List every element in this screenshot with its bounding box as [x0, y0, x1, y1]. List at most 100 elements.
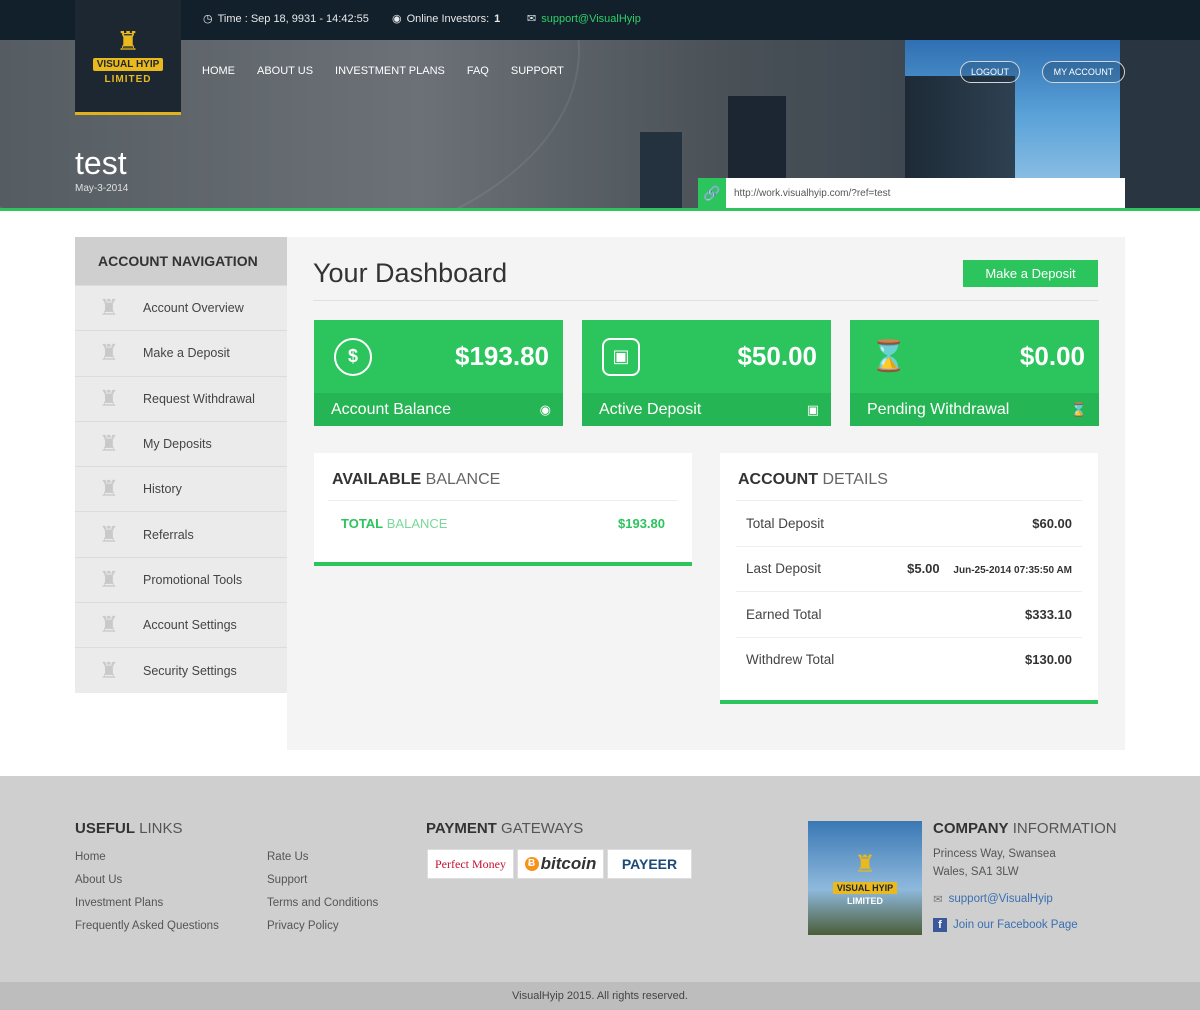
sidebar-item-request-withdrawal[interactable]: ♜ Request Withdrawal — [75, 375, 287, 421]
facebook-link[interactable]: f Join our Facebook Page — [933, 918, 1078, 932]
sidebar-item-make-deposit[interactable]: ♜ Make a Deposit — [75, 330, 287, 375]
hero-building — [1120, 40, 1200, 208]
title-rest: INFORMATION — [1012, 820, 1117, 837]
detail-value: $130.00 — [1025, 652, 1072, 668]
envelope-icon: ✉ — [527, 13, 537, 25]
footer-link-investment-plans[interactable]: Investment Plans — [75, 897, 163, 909]
detail-value: $333.10 — [1025, 606, 1072, 622]
page-date: May-3-2014 — [75, 183, 129, 194]
nav-home[interactable]: HOME — [202, 65, 235, 77]
support-email-top[interactable]: ✉ support@VisualHyip — [527, 12, 641, 26]
sidebar-item-referrals[interactable]: ♜ Referrals — [75, 511, 287, 556]
company-address-line1: Princess Way, Swansea — [933, 848, 1056, 860]
sidebar-item-promotional-tools[interactable]: ♜ Promotional Tools — [75, 556, 287, 602]
envelope-icon: ✉ — [933, 894, 943, 906]
nav-faq[interactable]: FAQ — [467, 65, 489, 77]
bull-icon: ♜ — [99, 340, 119, 366]
active-deposit-card: ▣ $50.00 Active Deposit ▣ — [582, 320, 831, 426]
bull-icon: ♜ — [854, 851, 876, 878]
bitcoin-text: bitcoin — [540, 854, 597, 873]
logo-text: VISUAL HYIP — [832, 882, 898, 894]
title-bold: AVAILABLE — [332, 471, 422, 488]
facebook-icon: f — [933, 918, 947, 932]
bull-icon: ♜ — [99, 612, 119, 638]
company-information-title: COMPANY INFORMATION — [933, 820, 1117, 837]
detail-value: $60.00 — [1032, 515, 1072, 531]
hero-divider — [0, 208, 1200, 211]
money-bag-icon: ◉ — [539, 401, 551, 417]
footer-link-about-us[interactable]: About Us — [75, 874, 122, 886]
bull-icon: ♜ — [99, 476, 119, 502]
title-rest: BALANCE — [425, 471, 501, 488]
sidebar-item-label: Promotional Tools — [143, 572, 243, 587]
logo-text: VISUAL HYIP — [92, 57, 164, 71]
sidebar-item-label: Account Overview — [143, 301, 244, 316]
account-navigation: ACCOUNT NAVIGATION ♜ Account Overview ♜ … — [75, 237, 287, 693]
logout-button[interactable]: LOGOUT — [960, 61, 1020, 83]
hourglass-icon: ⌛ — [1070, 401, 1087, 417]
detail-label: Earned Total — [746, 606, 822, 622]
footer-link-support[interactable]: Support — [267, 874, 307, 886]
online-investors: ◉ Online Investors: 1 — [392, 12, 501, 26]
footer-link-faq[interactable]: Frequently Asked Questions — [75, 920, 219, 932]
account-details-title: ACCOUNT DETAILS — [720, 453, 1098, 500]
title-rest: DETAILS — [822, 471, 888, 488]
make-deposit-button[interactable]: Make a Deposit — [963, 260, 1098, 287]
safe-icon: ▣ — [806, 401, 819, 417]
referral-link-input[interactable] — [726, 178, 1125, 208]
bitcoin-logo: Ƀ bitcoin — [517, 849, 604, 879]
title-rest: LINKS — [139, 820, 183, 837]
nav-investment-plans[interactable]: INVESTMENT PLANS — [335, 65, 445, 77]
main-nav: HOME ABOUT US INVESTMENT PLANS FAQ SUPPO… — [202, 65, 564, 77]
online-investors-count: 1 — [494, 12, 501, 25]
bull-icon: ♜ — [116, 25, 140, 56]
sidebar-item-history[interactable]: ♜ History — [75, 466, 287, 511]
detail-row-total-deposit: Total Deposit $60.00 — [736, 500, 1082, 546]
bull-icon: ♜ — [99, 566, 119, 592]
site-logo[interactable]: ♜ VISUAL HYIP LIMITED — [75, 0, 181, 115]
footer-link-home[interactable]: Home — [75, 851, 106, 863]
sidebar-item-account-settings[interactable]: ♜ Account Settings — [75, 602, 287, 647]
pending-withdrawal-label: Pending Withdrawal — [867, 400, 1010, 418]
footer-link-privacy-policy[interactable]: Privacy Policy — [267, 920, 339, 932]
account-navigation-title: ACCOUNT NAVIGATION — [75, 237, 287, 285]
pending-withdrawal-card: ⌛ $0.00 Pending Withdrawal ⌛ — [850, 320, 1099, 426]
detail-label: Total Deposit — [746, 515, 825, 531]
total-balance-value: $193.80 — [618, 516, 665, 531]
sidebar-item-label: Make a Deposit — [143, 346, 230, 361]
title-bold: PAYMENT — [426, 820, 497, 837]
divider — [313, 300, 1098, 301]
money-bag-icon: $ — [334, 337, 372, 376]
hourglass-icon: ⌛ — [870, 340, 908, 373]
detail-row-earned-total: Earned Total $333.10 — [736, 591, 1082, 637]
support-email-link[interactable]: support@VisualHyip — [541, 13, 641, 25]
user-icon: ◉ — [392, 13, 402, 25]
my-account-button[interactable]: MY ACCOUNT — [1042, 61, 1125, 83]
facebook-link-text[interactable]: Join our Facebook Page — [953, 919, 1078, 931]
sidebar-item-label: Security Settings — [143, 663, 237, 678]
bull-icon: ♜ — [99, 521, 119, 547]
account-balance-card: $ $193.80 Account Balance ◉ — [314, 320, 563, 426]
account-details-panel: ACCOUNT DETAILS Total Deposit $60.00 Las… — [720, 453, 1098, 704]
logo-subtext: LIMITED — [847, 896, 883, 906]
sidebar-item-label: History — [143, 482, 182, 497]
detail-label: Last Deposit — [746, 561, 822, 577]
referral-link-box: 🔗 — [698, 178, 1125, 208]
company-email-link[interactable]: support@VisualHyip — [949, 893, 1053, 905]
company-email[interactable]: ✉ support@VisualHyip — [933, 892, 1053, 906]
available-balance-title: AVAILABLE BALANCE — [314, 453, 692, 500]
total-balance-label: TOTAL BALANCE — [341, 516, 447, 531]
sidebar-item-account-overview[interactable]: ♜ Account Overview — [75, 285, 287, 330]
footer-link-rate-us[interactable]: Rate Us — [267, 851, 309, 863]
footer-link-terms[interactable]: Terms and Conditions — [267, 897, 378, 909]
sidebar-item-label: Request Withdrawal — [143, 391, 255, 406]
pending-withdrawal-value: $0.00 — [1019, 341, 1085, 371]
clock-icon: ◷ — [203, 13, 213, 25]
nav-support[interactable]: SUPPORT — [511, 65, 564, 77]
sidebar-item-my-deposits[interactable]: ♜ My Deposits — [75, 420, 287, 466]
nav-about-us[interactable]: ABOUT US — [257, 65, 313, 77]
sidebar-item-label: Account Settings — [143, 618, 237, 633]
link-icon: 🔗 — [698, 178, 726, 208]
copyright-text: VisualHyip 2015. All rights reserved. — [512, 990, 688, 1002]
sidebar-item-security-settings[interactable]: ♜ Security Settings — [75, 647, 287, 692]
